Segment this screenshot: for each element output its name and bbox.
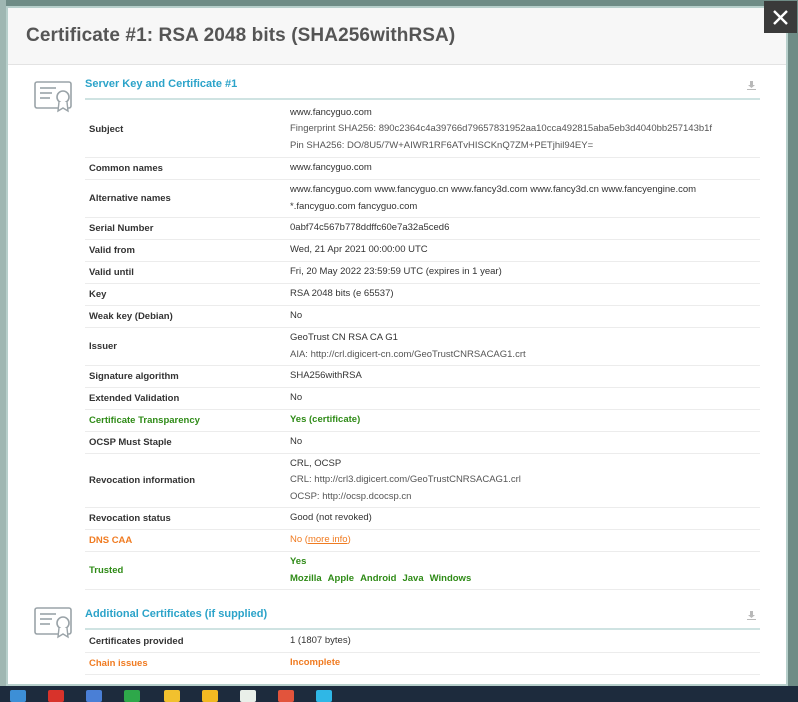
- row-revocation-information: Revocation information CRL, OCSP CRL: ht…: [85, 454, 760, 508]
- row-revocation-status: Revocation status Good (not revoked): [85, 508, 760, 530]
- close-icon: [773, 9, 788, 25]
- modal-header: Certificate #1: RSA 2048 bits (SHA256wit…: [8, 8, 786, 65]
- chain-issues-value: Incomplete: [290, 657, 341, 669]
- row-alt-names: Alternative names www.fancyguo.com www.f…: [85, 180, 760, 218]
- app-icon[interactable]: [202, 690, 218, 702]
- trust-store-apple: Apple: [327, 572, 355, 584]
- app-icon[interactable]: [240, 690, 256, 702]
- subject-fingerprint: Fingerprint SHA256: 890c2364c4a39766d796…: [290, 123, 713, 135]
- row-certificate-transparency: Certificate Transparency Yes (certificat…: [85, 410, 760, 432]
- app-icon[interactable]: [10, 690, 26, 702]
- revocation-info-label: Revocation information: [89, 475, 196, 486]
- weak-key-label: Weak key (Debian): [89, 311, 173, 322]
- download-icon[interactable]: [747, 81, 756, 90]
- close-button[interactable]: [764, 1, 797, 33]
- section-header: Additional Certificates (if supplied): [85, 606, 760, 630]
- valid-until-value: Fri, 20 May 2022 23:59:59 UTC (expires i…: [290, 266, 502, 278]
- weak-key-value: No: [290, 310, 303, 322]
- additional-certificates-section: Additional Certificates (if supplied) Ce…: [30, 598, 760, 684]
- certificate-modal: Certificate #1: RSA 2048 bits (SHA256wit…: [6, 6, 788, 686]
- row-ocsp-must-staple: OCSP Must Staple No: [85, 432, 760, 454]
- key-value: RSA 2048 bits (e 65537): [290, 288, 394, 300]
- ct-label: Certificate Transparency: [89, 415, 200, 426]
- subject-label: Subject: [89, 124, 124, 135]
- row-serial: Serial Number 0abf74c567b778ddffc60e7a32…: [85, 218, 760, 240]
- common-names-label: Common names: [89, 163, 163, 174]
- row-common-names: Common names www.fancyguo.com: [85, 158, 760, 180]
- row-trusted: Trusted Yes Mozilla Apple Android Java Windo…: [85, 552, 760, 590]
- issuer-name: GeoTrust CN RSA CA G1: [290, 332, 398, 343]
- valid-from-value: Wed, 21 Apr 2021 00:00:00 UTC: [290, 244, 428, 256]
- chain-issues-label: Chain issues: [89, 658, 148, 669]
- row-key: Key RSA 2048 bits (e 65537): [85, 284, 760, 306]
- alt-names-label: Alternative names: [89, 193, 171, 204]
- app-icon[interactable]: [86, 690, 102, 702]
- row-extended-validation: Extended Validation No: [85, 388, 760, 410]
- key-label: Key: [89, 289, 107, 300]
- server-key-table: Subject www.fancyguo.com Fingerprint SHA…: [85, 102, 760, 590]
- dns-caa-suffix: ): [347, 534, 351, 546]
- download-icon[interactable]: [747, 611, 756, 620]
- certificate-icon: [34, 81, 72, 113]
- ev-value: No: [290, 392, 303, 404]
- ocsp-staple-label: OCSP Must Staple: [89, 437, 172, 448]
- row-certificates-provided: Certificates provided 1 (1807 bytes): [85, 631, 760, 653]
- taskbar: [0, 686, 798, 702]
- subject-domain: www.fancyguo.com: [290, 106, 372, 118]
- section-title: Additional Certificates (if supplied): [85, 608, 268, 620]
- row-subject: Subject www.fancyguo.com Fingerprint SHA…: [85, 102, 760, 158]
- certificate-icon: [34, 607, 72, 639]
- ct-value: Yes (certificate): [290, 414, 361, 426]
- server-key-section: Server Key and Certificate #1 Subject ww…: [30, 72, 760, 592]
- revocation-status-label: Revocation status: [89, 513, 171, 524]
- section-title: Server Key and Certificate #1: [85, 78, 238, 90]
- trusted-value: Yes: [290, 556, 307, 567]
- certs-provided-label: Certificates provided: [89, 636, 184, 647]
- trust-store-mozilla: Mozilla: [290, 572, 322, 584]
- revocation-ocsp: OCSP: http://ocsp.dcocsp.cn: [290, 490, 412, 502]
- row-dns-caa: DNS CAA No (more info): [85, 530, 760, 552]
- trust-stores: Mozilla Apple Android Java Windows: [290, 571, 760, 588]
- alt-names-line: www.fancyguo.com www.fancyguo.cn www.fan…: [290, 184, 697, 195]
- revocation-crl: CRL: http://crl3.digicert.com/GeoTrustCN…: [290, 474, 521, 486]
- dns-caa-label: DNS CAA: [89, 535, 133, 546]
- ocsp-staple-value: No: [290, 436, 303, 448]
- app-icon[interactable]: [48, 690, 64, 702]
- certs-provided-value: 1 (1807 bytes): [290, 635, 351, 647]
- serial-label: Serial Number: [89, 223, 154, 234]
- additional-certificates-table: Certificates provided 1 (1807 bytes) Cha…: [85, 631, 760, 675]
- ev-label: Extended Validation: [89, 393, 180, 404]
- sig-alg-value: SHA256withRSA: [290, 370, 362, 382]
- serial-value: 0abf74c567b778ddffc60e7a32a5ced6: [290, 222, 450, 234]
- issuer-aia: AIA: http://crl.digicert-cn.com/GeoTrust…: [290, 348, 526, 360]
- valid-until-label: Valid until: [89, 267, 134, 278]
- row-weak-key: Weak key (Debian) No: [85, 306, 760, 328]
- app-icon[interactable]: [164, 690, 180, 702]
- revocation-methods: CRL, OCSP: [290, 457, 342, 469]
- section-header: Server Key and Certificate #1: [85, 76, 760, 100]
- browser-icon[interactable]: [278, 690, 294, 702]
- sig-alg-label: Signature algorithm: [89, 371, 179, 382]
- revocation-status-value: Good (not revoked): [290, 512, 372, 524]
- issuer-label: Issuer: [89, 341, 117, 352]
- trust-store-android: Android: [360, 572, 397, 584]
- row-chain-issues: Chain issues Incomplete: [85, 653, 760, 675]
- dns-caa-status: No (: [290, 534, 308, 546]
- trust-store-windows: Windows: [429, 572, 472, 584]
- app-icon[interactable]: [316, 690, 332, 702]
- more-info-link[interactable]: more info: [308, 534, 348, 545]
- row-valid-from: Valid from Wed, 21 Apr 2021 00:00:00 UTC: [85, 240, 760, 262]
- row-issuer: Issuer GeoTrust CN RSA CA G1 AIA: http:/…: [85, 328, 760, 366]
- valid-from-label: Valid from: [89, 245, 135, 256]
- row-valid-until: Valid until Fri, 20 May 2022 23:59:59 UT…: [85, 262, 760, 284]
- app-icon[interactable]: [124, 690, 140, 702]
- alt-names-line: *.fancyguo.com fancyguo.com: [290, 200, 418, 212]
- modal-title: Certificate #1: RSA 2048 bits (SHA256wit…: [26, 25, 456, 46]
- row-signature-algorithm: Signature algorithm SHA256withRSA: [85, 366, 760, 388]
- dns-caa-value: No (more info): [290, 532, 760, 549]
- subject-pin: Pin SHA256: DO/8U5/7W+AIWR1RF6ATvHISCKnQ…: [290, 139, 594, 151]
- trusted-label: Trusted: [89, 565, 124, 576]
- common-names-value: www.fancyguo.com: [290, 162, 372, 174]
- trust-store-java: Java: [402, 572, 424, 584]
